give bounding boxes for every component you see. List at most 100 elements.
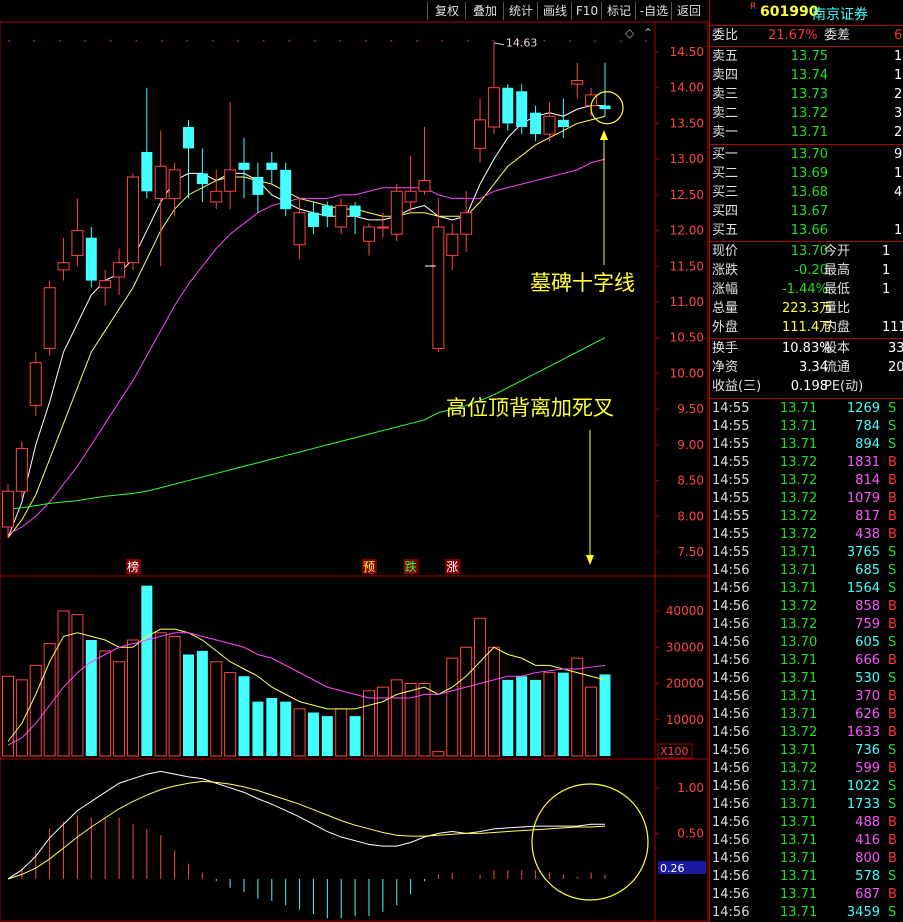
tick-side: B [888,473,897,488]
tick-row: 14:56 13.71 578 S [710,868,903,886]
bid-label: 买三 [712,185,739,200]
tick-side: S [888,905,897,920]
tick-row: 14:56 13.72 1633 B [710,724,903,742]
high-marker-label: 14.63 [506,37,538,50]
price-tick-label: 10.00 [670,366,704,380]
tick-row: 14:56 13.72 599 B [710,760,903,778]
tick-time: 14:56 [712,635,750,650]
volume-bar [460,646,473,757]
tick-row: 14:56 13.70 605 S [710,634,903,652]
price-tick-label: 8.00 [677,509,704,523]
ma-line-0 [7,105,605,538]
volume-tick-label: 40000 [666,604,704,618]
volume-bar [266,698,278,756]
tick-side: B [888,707,897,722]
volume-ma-lines [7,628,606,746]
tick-volume: 817 [855,509,880,524]
candle-body [474,119,487,149]
ask-label: 卖一 [712,125,739,140]
tick-volume: 666 [855,653,880,668]
tick-volume: 488 [855,815,880,830]
price-tick-label: 9.00 [677,438,704,452]
candle-body [85,237,97,281]
candle-body [349,205,361,217]
fund-row: 净资 3.34 流通 20 [710,359,903,377]
stock-name[interactable]: 南京证券 [812,4,868,24]
tick-side: S [888,401,897,416]
candle-body [71,230,84,257]
volume-bar [85,640,97,756]
bid-volume: 4 [894,185,903,200]
volume-bar [349,716,361,756]
volume-bar [196,650,208,756]
signal-markers: 榜预跌涨 [125,559,461,574]
quote-value-2: 111 [882,320,903,335]
price-axis: 14.50 14.00 13.50 13.00 12.50 12.00 11.50 11.00… [655,45,704,559]
top-dot [569,40,571,42]
volume-bar [29,664,42,757]
ask-price: 13.71 [790,125,828,140]
candle-body [154,165,167,199]
tick-time: 14:56 [712,869,750,884]
volume-bar [390,679,403,757]
top-dot [594,40,596,42]
weibi-value: 21.67% [768,28,818,43]
toolbar-button-1[interactable]: 叠加 [465,2,504,20]
toolbar-button-0[interactable]: 复权 [427,2,466,20]
toolbar-button-2[interactable]: 统计 [503,2,538,20]
toolbar-button-4[interactable]: F10 [571,2,602,20]
volume-bar [557,672,569,756]
kline-chart[interactable]: ◇ ⌃ 14.5014.0013.5013.0012.5012.0011.5011… [0,0,709,922]
quote-label: 涨幅 [712,282,739,297]
candle-body [487,87,500,128]
tick-row: 14:55 13.71 784 S [710,418,903,436]
quote-label: 外盘 [712,320,739,335]
toolbar-button-7[interactable]: 返回 [671,2,706,20]
bid-price: 13.66 [790,223,828,238]
volume-bar [113,661,126,757]
quote-row: 总量 223.3万 量比 [710,300,903,318]
tick-price: 13.71 [780,401,818,416]
up-arrow-icon: ⌃ [643,26,653,40]
candles: 14.63 [2,37,611,538]
divider [710,144,903,145]
candle-body [266,162,278,170]
tick-time: 14:56 [712,617,750,632]
macd-panel [7,770,606,919]
tick-volume: 1633 [846,725,880,740]
quote-label-2: 最低 [824,282,851,297]
volume-bar [293,708,306,757]
volume-bar [335,708,348,757]
fund-label: 换手 [712,341,739,356]
volume-ma-line-0 [7,628,606,742]
ask-row: 卖一 13.71 2 [710,124,903,142]
toolbar-button-3[interactable]: 画线 [537,2,572,20]
tick-volume: 736 [855,743,880,758]
tick-row: 14:56 13.71 687 B [710,886,903,904]
bid-label: 买一 [712,147,739,162]
tick-row: 14:56 13.72 858 B [710,598,903,616]
stock-code: 601990 [760,4,819,20]
tick-volume: 784 [855,419,880,434]
tick-side: S [888,797,897,812]
volume-bar [280,701,292,756]
ma-line-3 [7,337,606,510]
tick-volume: 626 [855,707,880,722]
volume-bar [599,674,611,756]
ask-row: 卖五 13.75 1 [710,48,903,66]
stock-header: R 601990 南京证券 [710,0,903,24]
tick-row: 14:55 13.72 438 B [710,526,903,544]
tick-side: B [888,491,897,506]
tick-row: 14:55 13.71 894 S [710,436,903,454]
price-tick-label: 10.50 [670,331,704,345]
tick-price: 13.71 [780,563,818,578]
volume-bar [474,617,487,757]
tick-time: 14:55 [712,545,750,560]
ma-line-1 [7,115,606,539]
high-marker-line [493,42,505,46]
tick-volume: 3765 [846,545,880,560]
candle-body [252,177,264,195]
quote-label-2: 量比 [824,301,851,316]
toolbar-button-5[interactable]: 标记 [601,2,636,20]
toolbar-button-6[interactable]: -自选 [635,2,672,20]
